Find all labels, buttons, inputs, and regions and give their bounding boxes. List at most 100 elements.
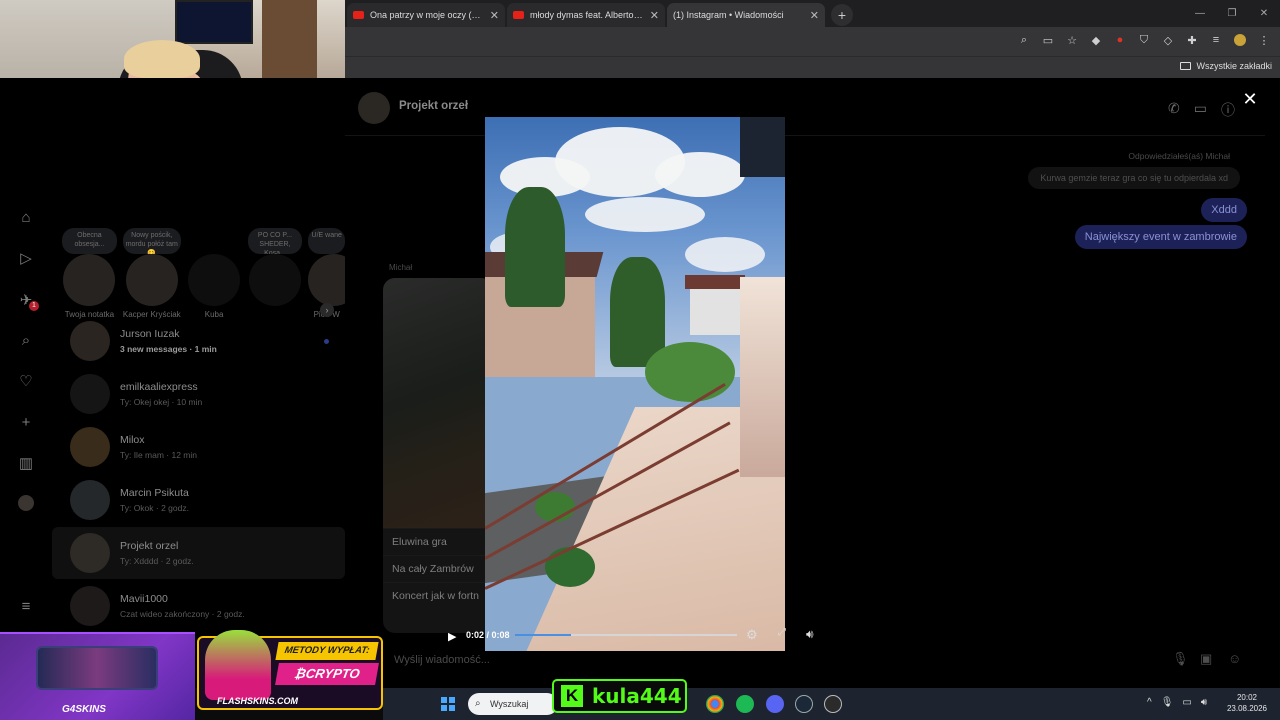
tab-title: Ona patrzy w moje oczy (prod... <box>370 10 484 20</box>
zoom-icon[interactable]: ⌕ <box>1018 34 1030 46</box>
volume-icon[interactable]: 🔊︎ <box>1201 697 1207 708</box>
avatar <box>70 321 110 361</box>
browser-tab[interactable]: Ona patrzy w moje oczy (prod... ✕ <box>347 3 505 27</box>
bookmark-star-icon[interactable]: ☆ <box>1066 34 1078 47</box>
group-avatar[interactable] <box>358 92 390 124</box>
chevron-up-icon[interactable]: ^ <box>1147 697 1152 708</box>
fullscreen-icon[interactable]: ⤢ <box>778 627 786 638</box>
search-placeholder: Wyszukaj <box>490 699 529 709</box>
shared-post-image <box>383 278 493 528</box>
discord-icon[interactable] <box>766 695 784 713</box>
shield-icon[interactable]: ⛉ <box>1138 34 1150 46</box>
start-icon[interactable] <box>441 697 455 711</box>
search-icon: ⌕ <box>475 698 481 709</box>
avatar <box>70 374 110 414</box>
monitor <box>175 0 253 44</box>
conversation-item[interactable]: Mavii1000 Czat wideo zakończony · 2 godz… <box>52 580 345 632</box>
dashboard-icon[interactable]: ▥ <box>17 455 35 473</box>
conversation-item[interactable]: Milox Ty: Ile mam · 12 min <box>52 421 345 473</box>
notifications-icon[interactable]: ♡ <box>17 373 35 391</box>
kick-overlay: K kula444 <box>552 679 687 713</box>
tab-title: (1) Instagram • Wiadomości <box>673 10 784 20</box>
phone-icon[interactable]: ✆ <box>1168 100 1180 120</box>
extension-icon[interactable]: ◆ <box>1090 34 1102 47</box>
message-input-placeholder[interactable]: Wyślij wiadomość... <box>394 654 490 666</box>
microphone-icon[interactable]: 🎙︎ <box>1161 697 1174 708</box>
sponsor-site: FLASHSKINS.COM <box>217 696 298 706</box>
youtube-icon <box>513 11 524 19</box>
avatar <box>70 533 110 573</box>
tab-title: młody dymas feat. Alberto - BA <box>530 10 644 20</box>
unread-dot <box>324 338 329 344</box>
avatar <box>308 254 345 306</box>
chrome-icon[interactable] <box>706 695 724 713</box>
chat-title[interactable]: Projekt orzeł <box>399 100 468 112</box>
conversation-name: Mavii1000 <box>120 593 168 605</box>
conversation-item[interactable]: Jurson Iuzak 3 new messages · 1 min <box>52 315 345 367</box>
settings-gear-icon[interactable]: ⚙ <box>746 627 758 643</box>
bookmarks-label: Wszystkie zakładki <box>1196 61 1272 71</box>
conversation-item-selected[interactable]: Projekt orzel Ty: Xdddd · 2 godz. <box>52 527 345 579</box>
new-tab-button[interactable]: + <box>831 4 853 26</box>
close-tab-icon[interactable]: ✕ <box>490 9 499 22</box>
close-tab-icon[interactable]: ✕ <box>810 9 819 22</box>
extension-icon[interactable]: ◇ <box>1162 34 1174 47</box>
sticker-icon[interactable]: ☺ <box>1228 651 1241 666</box>
extension-icon[interactable]: ● <box>1114 34 1126 46</box>
home-icon[interactable]: ⌂ <box>17 209 35 227</box>
menu-icon[interactable]: ⋮ <box>1258 34 1270 47</box>
note-item[interactable]: PO CO P... SHEDER, Kosa... <box>247 228 303 323</box>
cast-icon[interactable]: ▭ <box>1042 34 1054 47</box>
conversation-name: emilkaaliexpress <box>120 381 198 393</box>
all-bookmarks-button[interactable]: Wszystkie zakładki <box>1180 61 1272 71</box>
maximize-icon[interactable]: ❐ <box>1216 0 1248 27</box>
close-window-icon[interactable]: ✕ <box>1248 0 1280 27</box>
info-icon[interactable]: ⓘ <box>1221 100 1235 120</box>
taskbar-search[interactable]: ⌕ Wyszukaj <box>468 693 558 715</box>
note-item[interactable]: Obecna obsesja... Twoja notatka <box>62 228 117 323</box>
media-icon[interactable]: ≡ <box>1210 34 1222 46</box>
browser-tab-active[interactable]: (1) Instagram • Wiadomości ✕ <box>345 3 825 89</box>
search-icon[interactable]: ⌕ <box>17 332 35 350</box>
display-icon[interactable]: ▭ <box>1182 697 1191 708</box>
kick-logo-icon: K <box>561 685 583 707</box>
bookmarks-bar: Wszystkie zakładki <box>345 56 1280 78</box>
messages-badge: 1 <box>29 301 39 311</box>
shared-post[interactable]: Eluwina gra Na cały Zambrów Koncert jak … <box>383 278 493 633</box>
video-player[interactable] <box>485 117 785 651</box>
microphone-icon[interactable]: 🎙︎ <box>1172 651 1189 667</box>
profile-avatar[interactable] <box>18 495 34 511</box>
more-menu-icon[interactable]: ≡ <box>17 598 35 616</box>
shared-option: Koncert jak w fortn <box>383 582 493 609</box>
conversation-item[interactable]: Marcin Psikuta Ty: Okok · 2 godz. <box>52 474 345 526</box>
obs-icon[interactable] <box>824 695 842 713</box>
steam-icon[interactable] <box>795 695 813 713</box>
note-item[interactable]: Nowy pościk, mordu połóż tam 😊 Kacper Kr… <box>122 228 181 323</box>
image-icon[interactable]: ▣ <box>1200 651 1212 667</box>
avatar <box>188 254 241 306</box>
browser-tab[interactable]: młody dymas feat. Alberto - BA ✕ <box>507 3 665 27</box>
minimize-icon[interactable]: — <box>1184 0 1216 27</box>
video-progress-fill <box>515 634 571 636</box>
profile-avatar-icon[interactable] <box>1234 34 1246 46</box>
conversation-item[interactable]: emilkaaliexpress Ty: Okej okej · 10 min <box>52 368 345 420</box>
conversation-name: Jurson Iuzak <box>120 328 180 340</box>
spotify-icon[interactable] <box>736 695 754 713</box>
sponsor-heading: METODY WYPŁAT: <box>275 642 379 660</box>
conversation-snippet: 3 new messages · 1 min <box>120 344 217 354</box>
puzzle-icon[interactable]: ✚ <box>1186 34 1198 47</box>
video-progress-bar[interactable] <box>515 634 737 636</box>
note-item[interactable]: Kuba <box>187 228 242 323</box>
conversation-snippet: Ty: Okok · 2 godz. <box>120 503 189 513</box>
screen: Ona patrzy w moje oczy (prod... ✕ młody … <box>0 0 1280 720</box>
notes-row: Obecna obsesja... Twoja notatka Nowy poś… <box>62 228 345 323</box>
play-icon[interactable]: ▶ <box>448 630 458 643</box>
close-modal-icon[interactable]: ✕ <box>1241 90 1259 108</box>
close-tab-icon[interactable]: ✕ <box>650 9 659 22</box>
volume-icon[interactable]: 🔊︎ <box>806 627 814 642</box>
taskbar-clock[interactable]: 20:02 23.08.2026 <box>1226 692 1268 714</box>
create-icon[interactable]: + <box>17 414 35 432</box>
reels-icon[interactable]: ▷ <box>17 250 35 268</box>
video-call-icon[interactable]: ▭ <box>1194 100 1207 120</box>
reply-quote: Kurwa gemzie teraz gra co się tu odpierd… <box>1028 167 1240 189</box>
